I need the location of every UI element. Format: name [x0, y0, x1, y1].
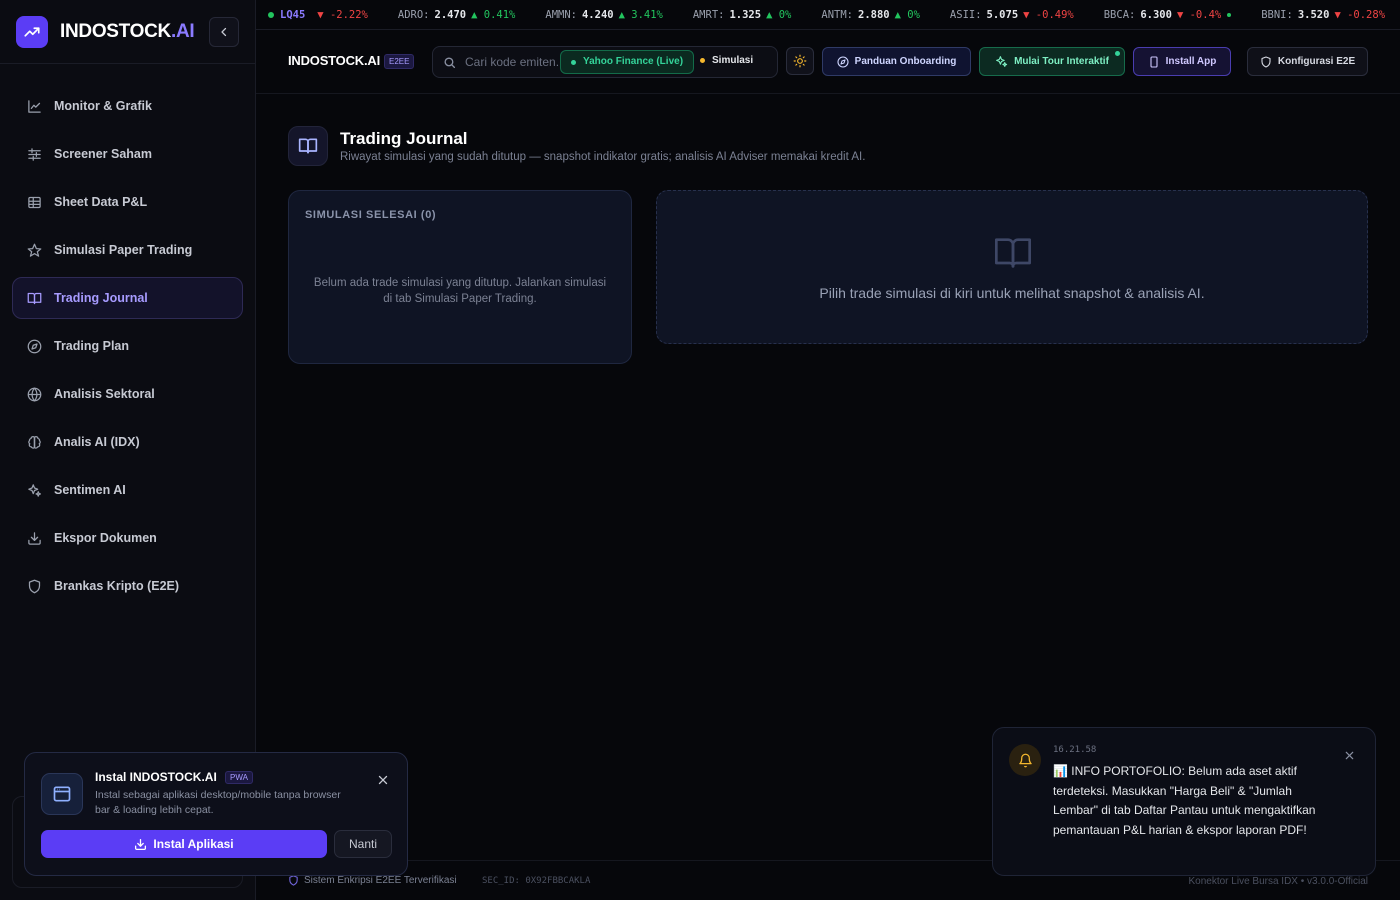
page-subtitle: Riwayat simulasi yang sudah ditutup — sn…: [340, 151, 866, 163]
pwa-install-popup: Instal INDOSTOCK.AI PWA Instal sebagai a…: [24, 752, 408, 876]
empty-state-text: Pilih trade simulasi di kiri untuk melih…: [819, 285, 1205, 301]
sidebar-item-label: Trading Plan: [54, 339, 130, 353]
source-live-toggle[interactable]: Yahoo Finance (Live): [560, 50, 695, 74]
compass-icon: [25, 337, 43, 355]
start-tour-button[interactable]: Mulai Tour Interaktif: [979, 47, 1125, 76]
trade-detail-panel: Pilih trade simulasi di kiri untuk melih…: [656, 190, 1368, 344]
security-status: Sistem Enkripsi E2EE Terverifikasi: [288, 875, 457, 886]
pwa-title: Instal INDOSTOCK.AI: [95, 770, 217, 784]
sidebar-item-monitor[interactable]: Monitor & Grafik: [12, 85, 243, 127]
page-title: Trading Journal: [340, 129, 468, 148]
sidebar-item-label: Simulasi Paper Trading: [54, 243, 193, 257]
chevron-left-icon: [221, 27, 227, 36]
shield-icon: [25, 577, 43, 595]
collapse-sidebar-button[interactable]: [209, 16, 239, 47]
brand-name: INDOSTOCK.AI: [60, 20, 195, 42]
search-input[interactable]: Cari kode emiten...: [465, 55, 566, 69]
top-header: INDOSTOCK.AI E2EE Cari kode emiten... Ya…: [256, 30, 1400, 94]
compass-icon: [837, 55, 849, 68]
brain-icon: [25, 433, 43, 451]
sparkles-icon: [25, 481, 43, 499]
search-icon: [444, 57, 456, 69]
sidebar-item-sector-analysis[interactable]: Analisis Sektoral: [12, 373, 243, 415]
sidebar-item-screener[interactable]: Screener Saham: [12, 133, 243, 175]
ticker-item: ADRO: 2.470 ▲ 0.41%: [397, 8, 516, 21]
sidebar-item-paper-trading[interactable]: Simulasi Paper Trading: [12, 229, 243, 271]
ticker-item: AMRT: 1.325 ▲ 0%: [692, 8, 792, 21]
download-icon: [25, 529, 43, 547]
pwa-description: Instal sebagai aplikasi desktop/mobile t…: [95, 789, 341, 816]
ticker-item: BBCA: 6.300 ▼ -0.4%: [1104, 9, 1232, 21]
book-open-icon: [25, 289, 43, 307]
download-icon: [135, 838, 147, 850]
install-app-button[interactable]: Install App: [1133, 47, 1231, 76]
sidebar-item-ai-analyst[interactable]: Analis AI (IDX): [12, 421, 243, 463]
sun-icon: [793, 54, 807, 68]
ticker-item: ANTM: 2.880 ▲ 0%: [821, 8, 920, 21]
e2ee-badge: E2EE: [384, 54, 415, 69]
bell-icon: [1009, 744, 1041, 776]
sidebar-item-label: Analis AI (IDX): [54, 435, 140, 449]
e2e-config-button[interactable]: Konfigurasi E2E: [1247, 47, 1368, 76]
sidebar-item-label: Monitor & Grafik: [54, 99, 152, 113]
trending-up-icon: [16, 15, 48, 48]
book-open-icon: [288, 126, 328, 166]
close-icon: [378, 775, 388, 785]
brand: INDOSTOCK.AI: [0, 0, 255, 64]
sidebar-item-export-docs[interactable]: Ekspor Dokumen: [12, 517, 243, 559]
toast-message: 📊 INFO PORTOFOLIO: Belum ada aset aktif …: [1053, 764, 1316, 837]
sidebar-item-trading-plan[interactable]: Trading Plan: [12, 325, 243, 367]
live-dot: [268, 11, 274, 18]
ticker-item: AMMN: 4.240 ▲ 3.41%: [545, 8, 663, 21]
security-id: SEC_ID: 0X92FBBCAKLA: [482, 876, 591, 886]
book-open-icon: [995, 238, 1031, 268]
theme-toggle-button[interactable]: [786, 47, 814, 75]
sparkles-icon: [996, 56, 1008, 67]
sidebar-item-ai-sentiment[interactable]: Sentimen AI: [12, 469, 243, 511]
sidebar-item-label: Analisis Sektoral: [54, 387, 155, 401]
sidebar-item-trading-journal[interactable]: Trading Journal: [12, 277, 243, 319]
notification-toast: 16.21.58 📊 INFO PORTOFOLIO: Belum ada as…: [992, 727, 1376, 876]
sidebar-item-crypto-vault[interactable]: Brankas Kripto (E2E): [12, 565, 243, 607]
sliders-icon: [25, 145, 43, 163]
version-info: Konektor Live Bursa IDX • v3.0.0-Officia…: [1188, 876, 1368, 887]
ticker-item: LQ45 ▼ -2.22%: [268, 9, 368, 21]
panel-title: SIMULASI SELESAI (0): [305, 209, 437, 221]
ticker-item: ASII: 5.075 ▼ -0.49%: [949, 8, 1074, 21]
sidebar-item-label: Sheet Data P&L: [54, 195, 148, 209]
close-button[interactable]: [377, 773, 389, 791]
star-icon: [25, 241, 43, 259]
source-simulation-toggle[interactable]: Simulasi: [700, 55, 753, 66]
live-dot: [1227, 12, 1232, 17]
shield-icon: [289, 875, 298, 886]
close-icon: [1345, 751, 1354, 760]
sidebar-item-sheet-pl[interactable]: Sheet Data P&L: [12, 181, 243, 223]
smartphone-icon: [1150, 55, 1158, 68]
ticker-item: BBNI: 3.520 ▼ -0.28%: [1261, 8, 1386, 21]
sidebar-item-label: Screener Saham: [54, 147, 152, 161]
install-app-button[interactable]: Instal Aplikasi: [41, 830, 327, 858]
notification-dot: [1115, 51, 1120, 56]
sidebar-item-label: Sentimen AI: [54, 483, 126, 497]
globe-icon: [25, 385, 43, 403]
empty-state-text: Belum ada trade simulasi yang ditutup. J…: [313, 277, 607, 305]
sidebar-item-label: Ekspor Dokumen: [54, 531, 157, 545]
header-title: INDOSTOCK.AI: [288, 53, 380, 68]
table-icon: [25, 193, 43, 211]
completed-simulations-panel: SIMULASI SELESAI (0) Belum ada trade sim…: [288, 190, 632, 364]
sidebar-nav: Monitor & Grafik Screener Saham Sheet Da…: [0, 64, 255, 607]
close-button[interactable]: [1344, 748, 1355, 766]
chart-line-icon: [25, 97, 43, 115]
market-ticker: LQ45 ▼ -2.22% ADRO: 2.470 ▲ 0.41% AMMN: 4.24…: [256, 0, 1400, 30]
sidebar-item-label: Trading Journal: [54, 291, 148, 305]
app-window-icon: [41, 773, 83, 815]
onboarding-guide-button[interactable]: Panduan Onboarding: [822, 47, 971, 76]
later-button[interactable]: Nanti: [334, 830, 392, 858]
search-bar[interactable]: Cari kode emiten... Yahoo Finance (Live)…: [432, 46, 778, 78]
shield-icon: [1261, 55, 1271, 68]
pwa-badge: PWA: [225, 771, 253, 784]
toast-timestamp: 16.21.58: [1053, 745, 1097, 755]
sidebar-item-label: Brankas Kripto (E2E): [54, 579, 180, 593]
